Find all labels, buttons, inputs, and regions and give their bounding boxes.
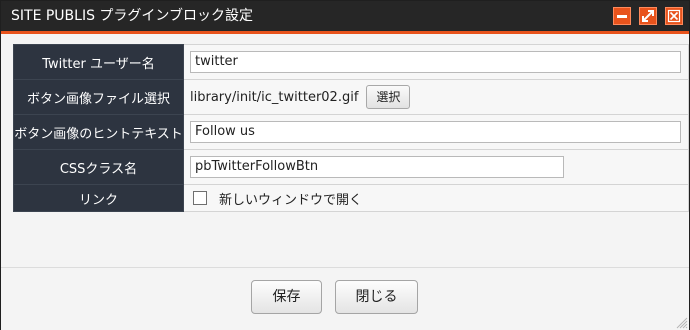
settings-table: Twitter ユーザー名 twitter ボタン画像ファイル選択 librar… — [13, 44, 689, 212]
link-label: リンク — [13, 184, 184, 212]
save-button[interactable]: 保存 — [251, 280, 322, 314]
row-hint-text: ボタン画像のヒントテキスト Follow us — [13, 114, 689, 150]
maximize-icon[interactable] — [639, 7, 657, 25]
row-button-image-file: ボタン画像ファイル選択 library/init/ic_twitter02.gi… — [13, 79, 689, 115]
button-image-path: library/init/ic_twitter02.gif — [190, 89, 359, 105]
open-new-window-checkbox[interactable] — [193, 191, 207, 205]
button-image-file-label: ボタン画像ファイル選択 — [13, 79, 184, 115]
close-icon[interactable] — [665, 7, 683, 25]
dialog-footer: 保存 閉じる — [1, 267, 689, 330]
row-css-class: CSSクラス名 pbTwitterFollowBtn — [13, 149, 689, 185]
open-new-window-label[interactable]: 新しいウィンドウで開く — [219, 189, 362, 208]
css-class-label: CSSクラス名 — [13, 149, 184, 185]
twitter-username-input[interactable]: twitter — [190, 51, 681, 73]
select-file-button[interactable]: 選択 — [366, 85, 411, 109]
title-bar[interactable]: SITE PUBLIS プラグインブロック設定 — [1, 1, 689, 34]
css-class-input[interactable]: pbTwitterFollowBtn — [190, 156, 564, 178]
hint-text-input[interactable]: Follow us — [190, 121, 681, 143]
resize-grip-icon[interactable] — [676, 317, 688, 329]
hint-text-label: ボタン画像のヒントテキスト — [13, 114, 184, 150]
form-area: Twitter ユーザー名 twitter ボタン画像ファイル選択 librar… — [13, 44, 689, 212]
minimize-icon[interactable] — [613, 7, 631, 25]
row-link: リンク 新しいウィンドウで開く — [13, 184, 689, 212]
twitter-username-label: Twitter ユーザー名 — [13, 44, 184, 80]
close-button[interactable]: 閉じる — [335, 280, 418, 314]
plugin-settings-dialog: SITE PUBLIS プラグインブロック設定 Twitter ユーザー名 tw… — [0, 0, 690, 330]
dialog-title: SITE PUBLIS プラグインブロック設定 — [11, 8, 254, 24]
row-twitter-username: Twitter ユーザー名 twitter — [13, 44, 689, 80]
